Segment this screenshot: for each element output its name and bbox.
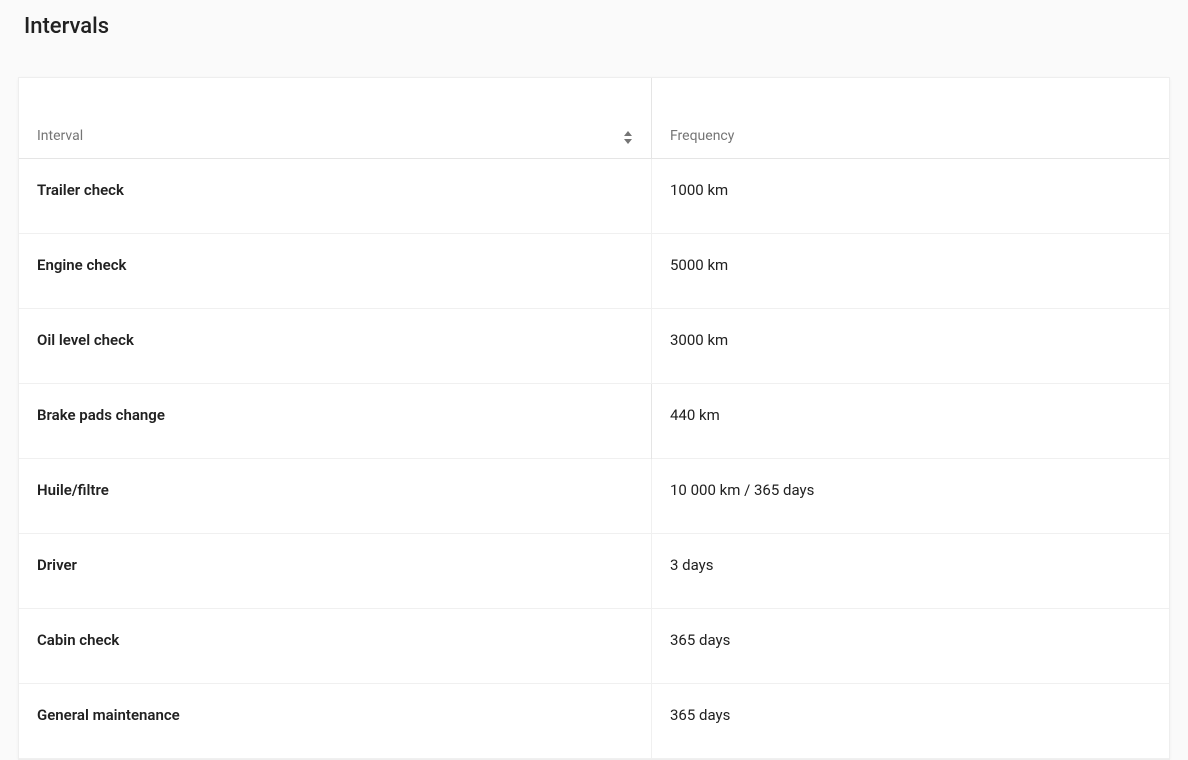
cell-interval: Huile/filtre — [19, 459, 652, 534]
table-row[interactable]: Cabin check 365 days — [19, 609, 1169, 684]
table-row[interactable]: Oil level check 3000 km — [19, 309, 1169, 384]
table-row[interactable]: Huile/filtre 10 000 km / 365 days — [19, 459, 1169, 534]
cell-frequency: 1000 km — [652, 159, 1170, 234]
column-header-interval[interactable]: Interval — [19, 78, 652, 159]
cell-frequency: 365 days — [652, 684, 1170, 759]
column-header-frequency-label: Frequency — [670, 128, 734, 144]
table-row[interactable]: Trailer check 1000 km — [19, 159, 1169, 234]
cell-frequency: 3000 km — [652, 309, 1170, 384]
column-header-interval-label: Interval — [37, 128, 83, 144]
cell-interval: Trailer check — [19, 159, 652, 234]
cell-interval: Oil level check — [19, 309, 652, 384]
cell-interval: Driver — [19, 534, 652, 609]
cell-frequency: 5000 km — [652, 234, 1170, 309]
cell-frequency: 3 days — [652, 534, 1170, 609]
sort-icon[interactable] — [623, 131, 633, 144]
page-title: Intervals — [0, 0, 1188, 53]
cell-frequency: 10 000 km / 365 days — [652, 459, 1170, 534]
intervals-table: Interval Frequency Trailer check 1000 km — [19, 78, 1169, 759]
cell-interval: Engine check — [19, 234, 652, 309]
table-row[interactable]: Engine check 5000 km — [19, 234, 1169, 309]
cell-frequency: 365 days — [652, 609, 1170, 684]
cell-interval: Cabin check — [19, 609, 652, 684]
cell-frequency: 440 km — [652, 384, 1170, 459]
intervals-card: Interval Frequency Trailer check 1000 km — [18, 77, 1170, 760]
column-header-frequency[interactable]: Frequency — [652, 78, 1170, 159]
cell-interval: General maintenance — [19, 684, 652, 759]
table-row[interactable]: Driver 3 days — [19, 534, 1169, 609]
cell-interval: Brake pads change — [19, 384, 652, 459]
table-row[interactable]: Brake pads change 440 km — [19, 384, 1169, 459]
table-row[interactable]: General maintenance 365 days — [19, 684, 1169, 759]
